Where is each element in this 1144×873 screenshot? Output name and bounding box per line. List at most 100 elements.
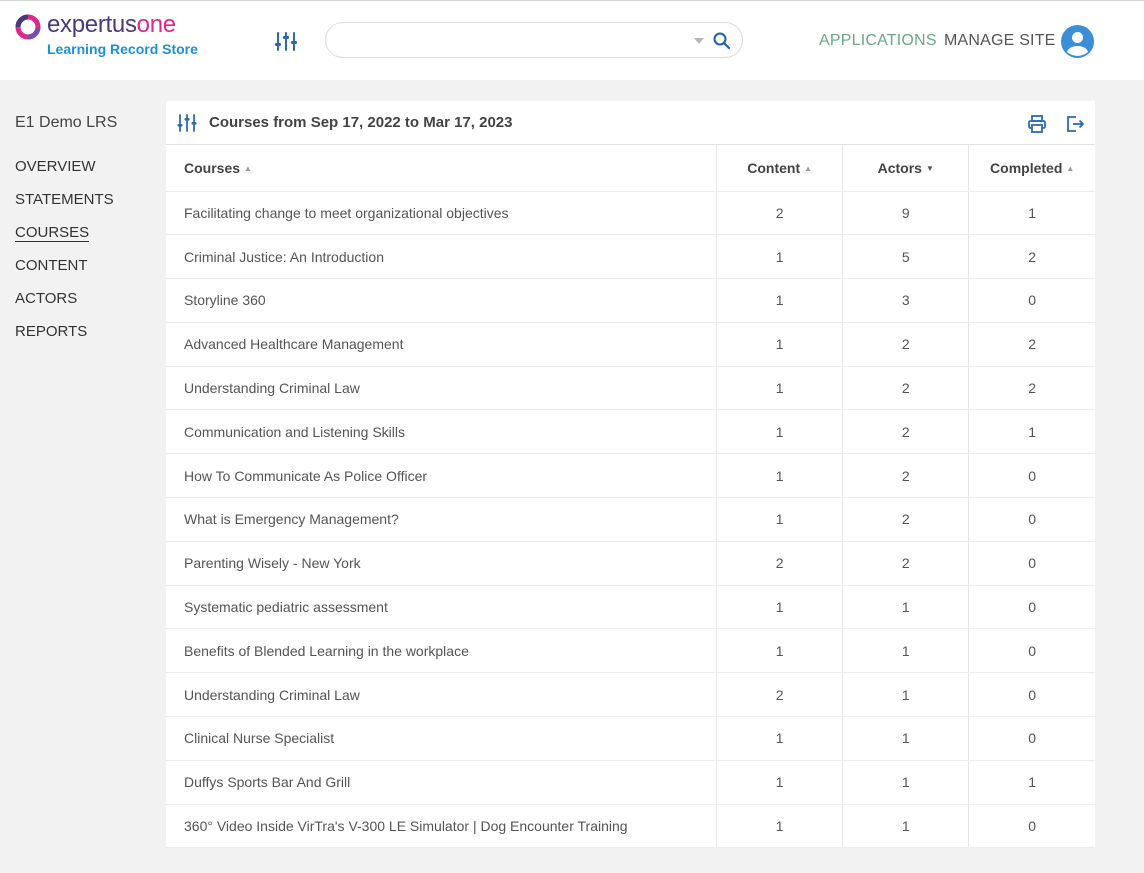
course-name-cell[interactable]: Criminal Justice: An Introduction: [166, 234, 717, 280]
search-input[interactable]: [340, 29, 680, 51]
content-count-cell: 1: [716, 453, 843, 499]
table-row[interactable]: What is Emergency Management? 1 2 0: [166, 497, 1095, 542]
course-name-cell[interactable]: Clinical Nurse Specialist: [166, 716, 717, 761]
courses-table: Courses ▲ Content ▲ Actors ▼ Completed ▲ Fac…: [166, 145, 1095, 849]
column-label: Courses: [184, 159, 241, 176]
filter-sliders-icon[interactable]: [272, 28, 300, 56]
sidebar-item-overview[interactable]: OVERVIEW: [15, 157, 114, 190]
search-box[interactable]: [325, 22, 743, 58]
sidebar-item-label: STATEMENTS: [15, 191, 114, 208]
course-name-cell[interactable]: Benefits of Blended Learning in the work…: [166, 628, 717, 674]
sort-desc-icon: ▼: [925, 163, 934, 173]
completed-count-cell: 1: [968, 760, 1095, 805]
sidebar-item-label: CONTENT: [15, 257, 88, 274]
actors-count-cell: 1: [842, 804, 969, 849]
completed-count-cell: 1: [968, 409, 1095, 455]
sidebar-item-reports[interactable]: REPORTS: [15, 322, 114, 355]
column-label: Content: [747, 159, 801, 176]
sidebar-item-courses[interactable]: COURSES: [15, 223, 114, 256]
actors-count-cell: 1: [842, 585, 969, 630]
table-row[interactable]: Systematic pediatric assessment 1 1 0: [166, 585, 1095, 630]
logo-wordmark: expertusone: [47, 11, 176, 39]
user-avatar-icon[interactable]: [1060, 24, 1095, 59]
course-name-cell[interactable]: 360° Video Inside VirTra's V-300 LE Simu…: [166, 804, 717, 849]
course-name-cell[interactable]: Advanced Healthcare Management: [166, 322, 717, 367]
sidebar-item-label: COURSES: [15, 224, 90, 242]
completed-count-cell: 2: [968, 234, 1095, 280]
completed-count-cell: 1: [968, 191, 1095, 236]
table-row[interactable]: 360° Video Inside VirTra's V-300 LE Simu…: [166, 804, 1095, 849]
actors-count-cell: 2: [842, 453, 969, 499]
table-row[interactable]: Storyline 360 1 3 0: [166, 278, 1095, 323]
course-name-cell[interactable]: What is Emergency Management?: [166, 497, 717, 542]
actors-count-cell: 2: [842, 366, 969, 411]
sidebar-item-statements[interactable]: STATEMENTS: [15, 190, 114, 223]
content-count-cell: 1: [716, 322, 843, 367]
table-row[interactable]: Benefits of Blended Learning in the work…: [166, 628, 1095, 674]
course-name-cell[interactable]: Understanding Criminal Law: [166, 672, 717, 718]
actors-count-cell: 2: [842, 541, 969, 586]
chevron-down-icon[interactable]: [692, 35, 706, 47]
content-count-cell: 1: [716, 497, 843, 542]
table-row[interactable]: How To Communicate As Police Officer 1 2 0: [166, 453, 1095, 499]
course-name-cell[interactable]: How To Communicate As Police Officer: [166, 453, 717, 499]
completed-count-cell: 0: [968, 541, 1095, 586]
sidebar-item-label: REPORTS: [15, 323, 88, 340]
actors-count-cell: 3: [842, 278, 969, 323]
expertusone-logo[interactable]: expertusone Learning Record Store: [15, 11, 215, 62]
table-row[interactable]: Communication and Listening Skills 1 2 1: [166, 409, 1095, 455]
course-name-cell[interactable]: Understanding Criminal Law: [166, 366, 717, 411]
logo-word-1: expertus: [47, 11, 137, 38]
sort-asc-icon: ▲: [1066, 163, 1075, 173]
column-label: Completed: [990, 159, 1063, 176]
course-name-cell[interactable]: Parenting Wisely - New York: [166, 541, 717, 586]
column-header-actors[interactable]: Actors ▼: [842, 145, 969, 192]
content-count-cell: 1: [716, 760, 843, 805]
export-icon[interactable]: [1065, 114, 1085, 134]
course-name-cell[interactable]: Duffys Sports Bar And Grill: [166, 760, 717, 805]
logo-subtitle: Learning Record Store: [47, 41, 198, 57]
content-count-cell: 1: [716, 366, 843, 411]
actors-count-cell: 2: [842, 409, 969, 455]
filter-sliders-icon[interactable]: [176, 113, 198, 133]
course-name-cell[interactable]: Facilitating change to meet organization…: [166, 191, 717, 236]
completed-count-cell: 0: [968, 804, 1095, 849]
applications-link[interactable]: APPLICATIONS: [819, 31, 937, 51]
sidebar-item-label: ACTORS: [15, 290, 78, 307]
content-count-cell: 2: [716, 541, 843, 586]
table-row[interactable]: Facilitating change to meet organization…: [166, 191, 1095, 236]
completed-count-cell: 0: [968, 585, 1095, 630]
table-row[interactable]: Understanding Criminal Law 1 2 2: [166, 366, 1095, 411]
sidebar-item-actors[interactable]: ACTORS: [15, 289, 114, 322]
table-row[interactable]: Criminal Justice: An Introduction 1 5 2: [166, 234, 1095, 280]
column-header-content[interactable]: Content ▲: [716, 145, 843, 192]
table-row[interactable]: Duffys Sports Bar And Grill 1 1 1: [166, 760, 1095, 805]
print-icon[interactable]: [1027, 114, 1047, 134]
table-row[interactable]: Advanced Healthcare Management 1 2 2: [166, 322, 1095, 367]
sidebar-item-content[interactable]: CONTENT: [15, 256, 114, 289]
content-count-cell: 1: [716, 804, 843, 849]
course-name-cell[interactable]: Systematic pediatric assessment: [166, 585, 717, 630]
completed-count-cell: 0: [968, 672, 1095, 718]
course-name-cell[interactable]: Storyline 360: [166, 278, 717, 323]
completed-count-cell: 0: [968, 628, 1095, 674]
table-row[interactable]: Clinical Nurse Specialist 1 1 0: [166, 716, 1095, 761]
top-header: expertusone Learning Record Store APPLIC…: [0, 0, 1144, 80]
actors-count-cell: 2: [842, 322, 969, 367]
table-row[interactable]: Parenting Wisely - New York 2 2 0: [166, 541, 1095, 586]
panel-header: Courses from Sep 17, 2022 to Mar 17, 202…: [166, 101, 1095, 145]
column-header-courses[interactable]: Courses ▲: [166, 145, 717, 192]
actors-count-cell: 1: [842, 760, 969, 805]
content-count-cell: 1: [716, 628, 843, 674]
actors-count-cell: 2: [842, 497, 969, 542]
table-row[interactable]: Understanding Criminal Law 2 1 0: [166, 672, 1095, 718]
completed-count-cell: 0: [968, 278, 1095, 323]
column-header-completed[interactable]: Completed ▲: [968, 145, 1095, 192]
manage-site-link[interactable]: MANAGE SITE: [944, 31, 1056, 51]
content-count-cell: 1: [716, 234, 843, 280]
content-count-cell: 2: [716, 672, 843, 718]
course-name-cell[interactable]: Communication and Listening Skills: [166, 409, 717, 455]
completed-count-cell: 0: [968, 497, 1095, 542]
search-icon[interactable]: [712, 31, 732, 51]
content-count-cell: 1: [716, 278, 843, 323]
